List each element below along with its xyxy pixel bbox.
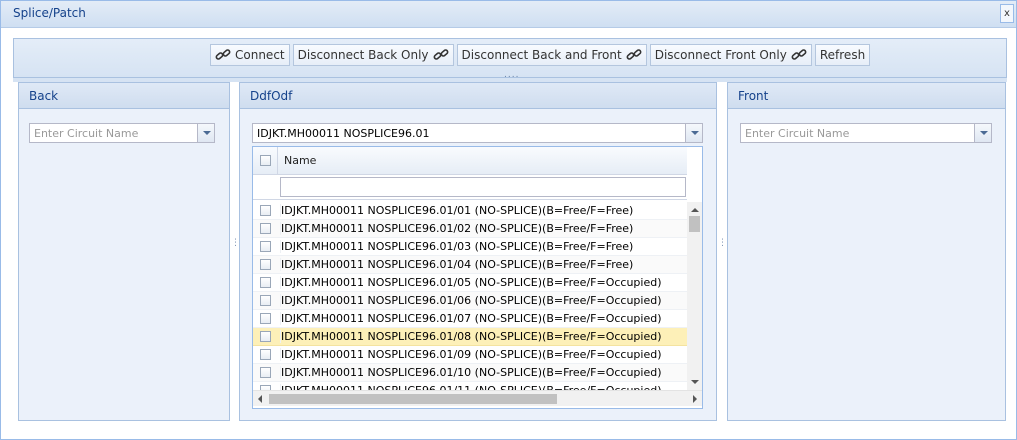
- row-checkbox[interactable]: [260, 295, 271, 306]
- select-all-cell: [253, 147, 278, 175]
- link-icon: [433, 49, 448, 60]
- back-circuit-placeholder: Enter Circuit Name: [34, 127, 139, 140]
- table-row[interactable]: IDJKT.MH00011 NOSPLICE96.01/04 (NO-SPLIC…: [253, 256, 687, 274]
- row-checkbox[interactable]: [260, 223, 271, 234]
- ddfodf-panel-title: DdfOdf: [240, 83, 716, 109]
- refresh-button[interactable]: Refresh: [814, 44, 871, 66]
- ddfodf-selected-value: IDJKT.MH00011 NOSPLICE96.01: [257, 127, 430, 140]
- back-circuit-combo[interactable]: Enter Circuit Name: [29, 123, 215, 143]
- row-checkbox[interactable]: [260, 205, 271, 216]
- chevron-down-icon[interactable]: [197, 124, 214, 142]
- table-row[interactable]: IDJKT.MH00011 NOSPLICE96.01/02 (NO-SPLIC…: [253, 220, 687, 238]
- row-checkbox[interactable]: [260, 259, 271, 270]
- name-filter-input[interactable]: [280, 177, 686, 197]
- row-name-cell: IDJKT.MH00011 NOSPLICE96.01/03 (NO-SPLIC…: [280, 240, 634, 253]
- connect-button-label: Connect: [235, 48, 285, 62]
- chevron-down-icon[interactable]: [974, 124, 991, 142]
- row-checkbox[interactable]: [260, 349, 271, 360]
- table-row[interactable]: IDJKT.MH00011 NOSPLICE96.01/07 (NO-SPLIC…: [253, 310, 687, 328]
- scroll-up-icon[interactable]: [691, 208, 699, 212]
- link-icon: [791, 49, 807, 60]
- horizontal-scrollbar[interactable]: [253, 390, 702, 406]
- table-row[interactable]: IDJKT.MH00011 NOSPLICE96.01/08 (NO-SPLIC…: [253, 328, 687, 346]
- front-panel: Front Enter Circuit Name: [727, 82, 1006, 421]
- scroll-down-icon[interactable]: [691, 380, 699, 384]
- vertical-scrollbar[interactable]: [687, 202, 702, 390]
- table-row[interactable]: IDJKT.MH00011 NOSPLICE96.01/09 (NO-SPLIC…: [253, 346, 687, 364]
- disconnect-back-only-button[interactable]: Disconnect Back Only: [292, 44, 454, 66]
- row-checkbox[interactable]: [260, 331, 271, 342]
- back-panel-title: Back: [19, 83, 229, 109]
- row-name-cell: IDJKT.MH00011 NOSPLICE96.01/06 (NO-SPLIC…: [280, 294, 662, 307]
- horizontal-scroll-thumb[interactable]: [269, 394, 557, 404]
- disconnect-front-only-label: Disconnect Front Only: [654, 48, 787, 62]
- window-titlebar[interactable]: Splice/Patch x: [1, 1, 1016, 28]
- disconnect-back-and-front-button[interactable]: Disconnect Back and Front: [456, 44, 647, 66]
- table-row[interactable]: IDJKT.MH00011 NOSPLICE96.01/03 (NO-SPLIC…: [253, 238, 687, 256]
- front-panel-title: Front: [728, 83, 1005, 109]
- refresh-button-label: Refresh: [819, 48, 866, 62]
- disconnect-front-only-button[interactable]: Disconnect Front Only: [649, 44, 812, 66]
- row-name-cell: IDJKT.MH00011 NOSPLICE96.01/08 (NO-SPLIC…: [280, 330, 662, 343]
- row-name-cell: IDJKT.MH00011 NOSPLICE96.01/01 (NO-SPLIC…: [280, 204, 634, 217]
- link-icon: [215, 49, 231, 60]
- grid-header: Name: [253, 147, 687, 175]
- connect-button[interactable]: Connect: [210, 44, 290, 66]
- row-checkbox[interactable]: [260, 277, 271, 288]
- row-name-cell: IDJKT.MH00011 NOSPLICE96.01/09 (NO-SPLIC…: [280, 348, 662, 361]
- row-name-cell: IDJKT.MH00011 NOSPLICE96.01/10 (NO-SPLIC…: [280, 366, 662, 379]
- link-icon: [626, 49, 642, 60]
- row-checkbox[interactable]: [260, 313, 271, 324]
- table-row[interactable]: IDJKT.MH00011 NOSPLICE96.01/05 (NO-SPLIC…: [253, 274, 687, 292]
- select-all-checkbox[interactable]: [260, 155, 271, 166]
- disconnect-back-only-label: Disconnect Back Only: [297, 48, 429, 62]
- disconnect-back-and-front-label: Disconnect Back and Front: [461, 48, 622, 62]
- port-grid: Name IDJKT.MH00011 NOSPLICE96.01/01 (NO-…: [252, 146, 703, 409]
- row-name-cell: IDJKT.MH00011 NOSPLICE96.01/02 (NO-SPLIC…: [280, 222, 634, 235]
- row-checkbox[interactable]: [260, 241, 271, 252]
- back-panel: Back Enter Circuit Name: [18, 82, 230, 421]
- toolbar: Connect Disconnect Back Only Disconnect …: [13, 38, 1007, 80]
- close-button[interactable]: x: [1000, 4, 1014, 23]
- ddfodf-combo[interactable]: IDJKT.MH00011 NOSPLICE96.01: [252, 123, 703, 143]
- window-title: Splice/Patch: [13, 6, 86, 20]
- row-name-cell: IDJKT.MH00011 NOSPLICE96.01/05 (NO-SPLIC…: [280, 276, 662, 289]
- table-row[interactable]: IDJKT.MH00011 NOSPLICE96.01/06 (NO-SPLIC…: [253, 292, 687, 310]
- front-circuit-placeholder: Enter Circuit Name: [745, 127, 850, 140]
- left-vertical-splitter[interactable]: ⋮: [230, 82, 240, 421]
- column-header-name[interactable]: Name: [284, 154, 316, 167]
- table-row[interactable]: IDJKT.MH00011 NOSPLICE96.01/10 (NO-SPLIC…: [253, 364, 687, 382]
- row-name-cell: IDJKT.MH00011 NOSPLICE96.01/04 (NO-SPLIC…: [280, 258, 634, 271]
- grid-rows: IDJKT.MH00011 NOSPLICE96.01/01 (NO-SPLIC…: [253, 202, 687, 390]
- vertical-scroll-thumb[interactable]: [689, 216, 700, 232]
- table-row[interactable]: IDJKT.MH00011 NOSPLICE96.01/11 (NO-SPLIC…: [253, 382, 687, 390]
- toolbar-splitter-grip[interactable]: ....: [504, 71, 518, 80]
- ddfodf-panel: DdfOdf IDJKT.MH00011 NOSPLICE96.01 Name …: [239, 82, 717, 421]
- splice-patch-window: Splice/Patch x Connect Disconnect Back O…: [0, 0, 1017, 440]
- chevron-down-icon[interactable]: [685, 124, 702, 142]
- row-checkbox[interactable]: [260, 367, 271, 378]
- dialog-body: Connect Disconnect Back Only Disconnect …: [13, 38, 1007, 428]
- grid-filter-row: [253, 175, 687, 200]
- right-vertical-splitter[interactable]: ⋮: [717, 82, 727, 421]
- front-circuit-combo[interactable]: Enter Circuit Name: [740, 123, 992, 143]
- toolbar-buttons: Connect Disconnect Back Only Disconnect …: [210, 44, 871, 68]
- row-name-cell: IDJKT.MH00011 NOSPLICE96.01/07 (NO-SPLIC…: [280, 312, 662, 325]
- scroll-left-icon[interactable]: [258, 395, 262, 403]
- scroll-right-icon[interactable]: [693, 395, 697, 403]
- table-row[interactable]: IDJKT.MH00011 NOSPLICE96.01/01 (NO-SPLIC…: [253, 202, 687, 220]
